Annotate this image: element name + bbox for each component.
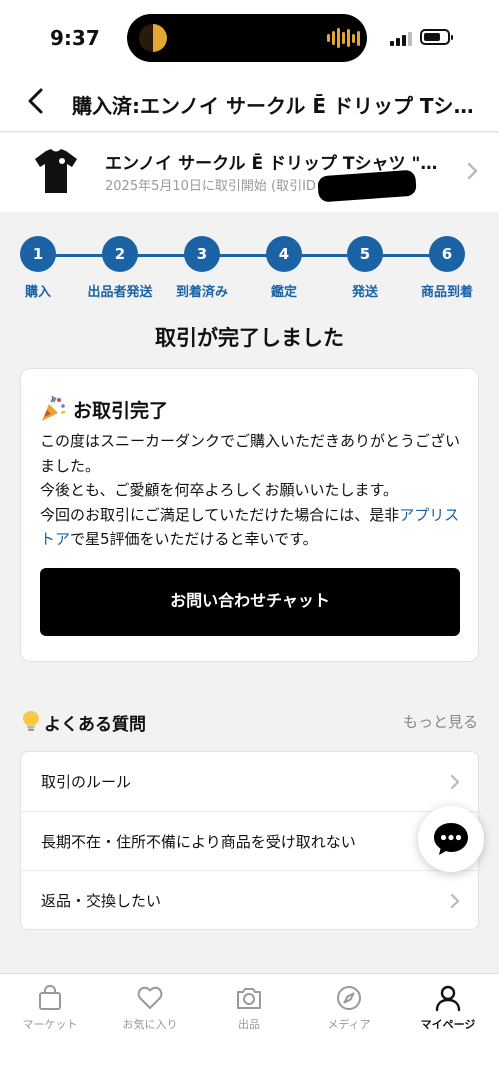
status-bar: 9:37 (0, 0, 499, 72)
step-number: 5 (347, 236, 383, 272)
audio-wave-icon (327, 28, 360, 48)
chevron-right-icon (450, 893, 460, 909)
card-header: お取引完了 (39, 395, 168, 423)
message-regards: 今後とも、ご愛顧を何卒よろしくお願いいたします。 (40, 481, 399, 499)
tab-market[interactable]: マーケット (0, 984, 100, 1032)
review-text-post: で星5評価をいただけると幸いです。 (70, 530, 318, 548)
faq-item[interactable]: 取引のルール (21, 752, 480, 811)
chevron-right-icon (467, 162, 478, 180)
faq-item-label: 返品・交換したい (41, 892, 162, 910)
nav-header: 購入済:エンノイ サークル Ē ドリップ Tシャツ "ブラック" (0, 72, 499, 132)
step-label: 到着済み (175, 285, 228, 300)
progress-steps: 1 購入 2 出品者発送 3 到着済み 4 鑑定 5 発送 6 商品到着 (0, 236, 499, 306)
step-6: 6 商品到着 (407, 236, 487, 300)
faq-item-label: 取引のルール (41, 773, 132, 791)
faq-item-label: 長期不在・住所不備により商品を受け取れない (41, 833, 356, 851)
tab-label: マーケット (22, 1018, 78, 1031)
faq-item[interactable]: 長期不在・住所不備により商品を受け取れない (21, 811, 480, 870)
faq-header: よくある質問 もっと見る (22, 708, 478, 735)
tab-label: 出品 (238, 1018, 260, 1031)
step-number: 3 (184, 236, 220, 272)
tab-media[interactable]: メディア (299, 984, 399, 1032)
shopping-bag-icon (39, 984, 61, 1010)
album-art-icon (139, 24, 167, 52)
tab-favorites[interactable]: お気に入り (100, 984, 200, 1032)
chevron-right-icon (450, 774, 460, 790)
chat-fab[interactable] (418, 806, 484, 872)
completion-card: お取引完了 この度はスニーカーダンクでご購入いただきありがとうございました。 今… (20, 368, 479, 662)
card-title: お取引完了 (73, 399, 169, 422)
camera-icon (237, 988, 261, 1009)
user-icon (435, 985, 461, 1012)
dynamic-island (127, 14, 367, 62)
step-label: 出品者発送 (87, 285, 153, 300)
back-arrow-icon[interactable] (22, 86, 52, 116)
tshirt-thumbnail (35, 149, 77, 193)
product-row[interactable]: エンノイ サークル Ē ドリップ Tシャツ "ブラック" 2025年5月10日に… (0, 133, 499, 212)
tab-label: お気に入り (122, 1018, 178, 1031)
completion-title: 取引が完了しました (155, 326, 344, 350)
tab-bar: マーケット お気に入り 出品 メディア マイページ (0, 973, 499, 1080)
inquiry-chat-button[interactable]: お問い合わせチャット (40, 568, 460, 636)
compass-icon (337, 986, 361, 1010)
review-text-pre: 今回のお取引にご満足していただけた場合には、是非 (40, 505, 400, 524)
message-review: 今回のお取引にご満足していただけた場合には、是非アプリストアで星5評価をいただけ… (40, 503, 464, 552)
page-title: 購入済:エンノイ サークル Ē ドリップ Tシャツ "ブラック" (72, 94, 492, 118)
step-2: 2 出品者発送 (80, 236, 160, 300)
heart-icon (137, 986, 163, 1009)
chat-bubble-icon (434, 823, 468, 855)
step-label: 商品到着 (420, 285, 473, 300)
step-5: 5 発送 (325, 236, 405, 300)
step-number: 2 (102, 236, 138, 272)
step-number: 1 (20, 236, 56, 272)
step-3: 3 到着済み (162, 236, 242, 300)
step-4: 4 鑑定 (244, 236, 324, 300)
step-label: 購入 (24, 285, 51, 300)
battery-icon (420, 29, 453, 45)
tab-sell[interactable]: 出品 (199, 984, 299, 1032)
step-1: 1 購入 (0, 236, 78, 300)
step-number: 6 (429, 236, 465, 272)
step-number: 4 (266, 236, 302, 272)
lightbulb-icon (23, 711, 39, 731)
card-message: この度はスニーカーダンクでご購入いただきありがとうございました。 今後とも、ご愛… (40, 429, 464, 552)
step-label: 鑑定 (270, 285, 297, 300)
faq-more-link[interactable]: もっと見る (403, 711, 478, 732)
faq-list: 取引のルール 長期不在・住所不備により商品を受け取れない 返品・交換したい (20, 751, 480, 930)
redaction-mark (317, 169, 417, 203)
status-time: 9:37 (50, 26, 100, 50)
tab-mypage[interactable]: マイページ (398, 984, 498, 1032)
tab-label: マイページ (420, 1018, 476, 1031)
faq-item[interactable]: 返品・交換したい (21, 870, 480, 929)
step-label: 発送 (351, 285, 378, 300)
tab-label: メディア (327, 1018, 371, 1031)
transaction-start: 2025年5月10日に取引開始 (取引ID (105, 179, 316, 194)
message-thanks: この度はスニーカーダンクでご購入いただきありがとうございました。 (40, 432, 461, 475)
faq-title: よくある質問 (44, 715, 146, 735)
cellular-signal-icon (390, 32, 412, 46)
party-popper-icon (42, 395, 66, 421)
